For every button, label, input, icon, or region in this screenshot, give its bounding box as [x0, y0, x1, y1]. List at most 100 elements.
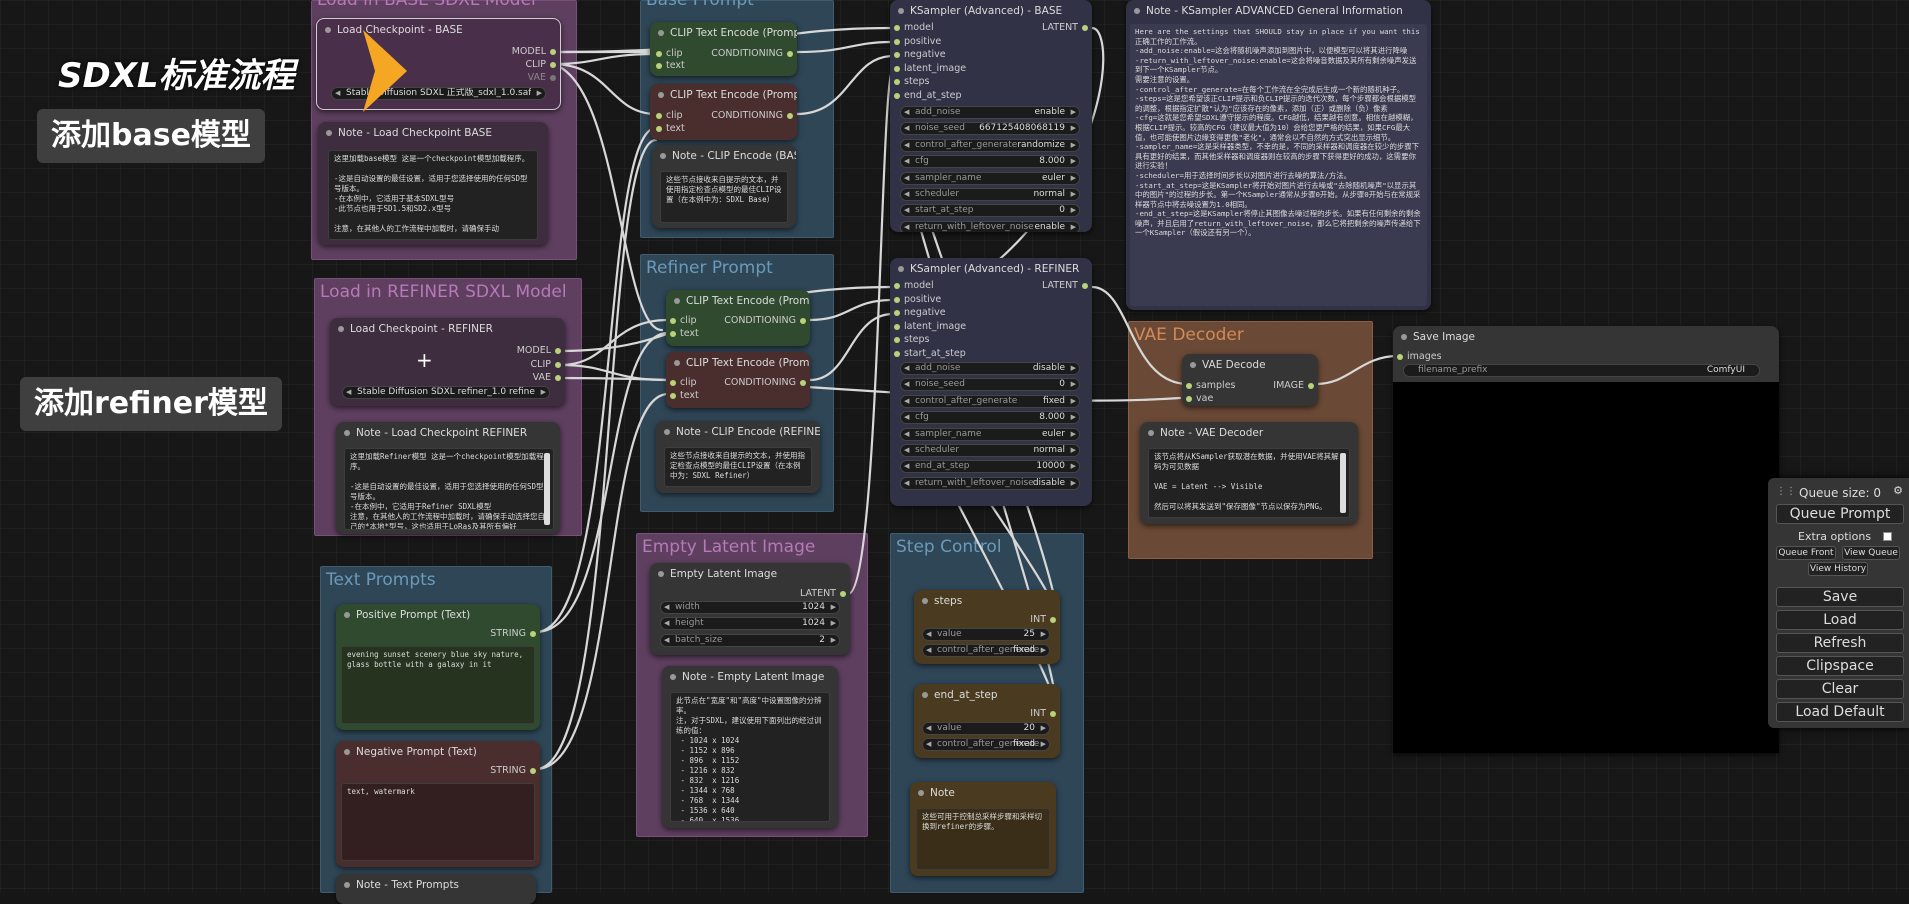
widget-control[interactable]: control_after_generaterandomize	[900, 138, 1080, 152]
input-text[interactable]: text	[656, 123, 685, 135]
node-load-checkpoint-refiner[interactable]: Load Checkpoint - REFINER MODEL CLIP VAE…	[330, 318, 565, 406]
note-textarea[interactable]: 这些节点接收来自提示的文本，并使用指定检查点模型的最佳CLIP设置（在本例中为：…	[660, 171, 788, 223]
node-clip-encode-base-negative[interactable]: CLIP Text Encode (Prompt) clip text COND…	[650, 84, 797, 140]
widget-control[interactable]: sampler_name euler	[900, 427, 1080, 441]
node-clip-encode-refiner-negative[interactable]: CLIP Text Encode (Prompt) clip text COND…	[666, 352, 810, 408]
widget-control[interactable]: return_with_leftover_noisedisable	[900, 476, 1080, 490]
widget-control[interactable]: control_after_generatefixed	[900, 394, 1080, 408]
input-slot[interactable]: latent_image	[894, 321, 966, 333]
input-slot[interactable]: model	[894, 280, 934, 292]
widget-control[interactable]: cfg 8.000	[900, 411, 1080, 425]
output-conditioning[interactable]: CONDITIONING	[711, 48, 793, 60]
input-samples[interactable]: samples	[1186, 380, 1236, 392]
input-clip[interactable]: clip	[656, 110, 683, 122]
node-negative-prompt[interactable]: Negative Prompt (Text) STRING text, wate…	[336, 741, 540, 867]
node-note-ckpt-refiner[interactable]: Note - Load Checkpoint REFINER 这里加载Refin…	[336, 422, 560, 534]
output-clip[interactable]: CLIP	[531, 359, 562, 371]
input-clip[interactable]: clip	[670, 377, 697, 389]
node-note-text-prompts[interactable]: Note - Text Prompts	[336, 874, 536, 904]
input-slot[interactable]: latent_image	[894, 63, 966, 75]
output-int[interactable]: INT	[1030, 708, 1056, 720]
widget-control[interactable]: noise_seed 667125408068119	[900, 122, 1080, 136]
node-ksampler-base[interactable]: KSampler (Advanced) - BASE LATENT model p…	[890, 0, 1092, 232]
widget-control[interactable]: height 1024	[660, 617, 840, 631]
output-clip[interactable]: CLIP	[526, 59, 557, 71]
output-conditioning[interactable]: CONDITIONING	[724, 315, 806, 327]
note-textarea[interactable]: 这些可用于控制总采样步骤和采样切换到refiner的步骤。	[916, 808, 1050, 870]
output-model[interactable]: MODEL	[512, 46, 557, 58]
input-images[interactable]: images	[1397, 351, 1442, 363]
view-history-button[interactable]: View History	[1808, 562, 1868, 576]
filename-prefix-field[interactable]: filename_prefix ComfyUI	[1403, 364, 1760, 377]
output-model[interactable]: MODEL	[517, 345, 562, 357]
output-conditioning[interactable]: CONDITIONING	[711, 110, 793, 122]
input-slot[interactable]: steps	[894, 334, 930, 346]
graph-canvas[interactable]: Load in BASE SDXL Model Base Prompt Load…	[0, 0, 1909, 904]
input-text[interactable]: text	[670, 328, 699, 340]
widget-control[interactable]: sampler_name euler	[900, 171, 1080, 185]
widget-control[interactable]: noise_seed 0	[900, 378, 1080, 392]
output-latent[interactable]: LATENT	[800, 588, 846, 600]
note-textarea[interactable]: 这里加载Refiner模型 这是一个checkpoint模型加载程序。 -这是自…	[344, 448, 554, 530]
output-image[interactable]: IMAGE	[1273, 380, 1314, 392]
widget-control[interactable]: batch_size 2	[660, 633, 840, 647]
node-clip-encode-refiner-positive[interactable]: CLIP Text Encode (Prompt) clip text COND…	[666, 290, 810, 346]
clear-button[interactable]: Clear	[1776, 679, 1904, 699]
node-positive-prompt[interactable]: Positive Prompt (Text) STRING evening su…	[336, 604, 540, 730]
input-slot[interactable]: model	[894, 22, 934, 34]
queue-front-button[interactable]: Queue Front	[1776, 546, 1836, 560]
note-textarea[interactable]: 这里加载base模型 这是一个checkpoint模型加载程序。 -这是自动设置…	[328, 150, 538, 240]
note-textarea[interactable]: 该节点将从KSampler获取潜在数据，并使用VAE将其解码为可见数据 VAE …	[1148, 448, 1350, 518]
note-textarea[interactable]: 这些节点接收来自提示的文本，并使用指定检查点模型的最佳CLIP设置（在本例中为：…	[664, 447, 812, 487]
node-vae-decode[interactable]: VAE Decode samples vae IMAGE	[1182, 354, 1318, 406]
widget-control[interactable]: return_with_leftover_noiseenable	[900, 220, 1080, 232]
extra-options-checkbox[interactable]	[1883, 532, 1892, 541]
output-string[interactable]: STRING	[490, 765, 536, 777]
widget-control[interactable]: add_noise enable	[900, 106, 1080, 119]
output-latent[interactable]: LATENT	[1042, 22, 1088, 34]
node-end-at-step[interactable]: end_at_step INT value 20 control_after_gen…	[914, 684, 1060, 758]
output-string[interactable]: STRING	[490, 628, 536, 640]
node-load-checkpoint-base[interactable]: Load Checkpoint - BASE MODEL CLIP VAE St…	[316, 18, 561, 110]
input-slot[interactable]: end_at_step	[894, 90, 962, 102]
input-slot[interactable]: steps	[894, 76, 930, 88]
input-slot[interactable]: start_at_step	[894, 348, 966, 360]
clipspace-button[interactable]: Clipspace	[1776, 656, 1904, 676]
prompt-textarea[interactable]: text, watermark	[341, 783, 535, 861]
view-queue-button[interactable]: View Queue	[1842, 546, 1900, 560]
queue-panel[interactable]: ⋮⋮ Queue size: 0 ⚙ Queue Prompt Extra op…	[1768, 478, 1909, 728]
widget-control[interactable]: cfg 8.000	[900, 155, 1080, 169]
note-textarea[interactable]: 此节点在"宽度"和"高度"中设置图像的分辨率。 注，对于SDXL，建议使用下面列…	[670, 692, 830, 822]
prompt-textarea[interactable]: evening sunset scenery blue sky nature, …	[341, 646, 535, 724]
node-clip-encode-base-positive[interactable]: CLIP Text Encode (Prompt) clip text COND…	[650, 22, 797, 76]
queue-prompt-button[interactable]: Queue Prompt	[1776, 504, 1904, 524]
load-default-button[interactable]: Load Default	[1776, 702, 1904, 722]
widget-control[interactable]: scheduler normal	[900, 444, 1080, 457]
note-textarea[interactable]: Here are the settings that SHOULD stay i…	[1130, 24, 1427, 306]
node-note-clip-base[interactable]: Note - CLIP Encode (BASE) 这些节点接收来自提示的文本，…	[652, 145, 796, 228]
node-note-empty-latent[interactable]: Note - Empty Latent Image 此节点在"宽度"和"高度"中…	[662, 666, 838, 828]
output-int[interactable]: INT	[1030, 614, 1056, 626]
ckpt-name-select[interactable]: Stable Diffusion SDXL refiner_1.0 refine…	[342, 386, 550, 399]
widget-control[interactable]: width 1024	[660, 601, 840, 614]
save-button[interactable]: Save	[1776, 587, 1904, 607]
gear-icon[interactable]: ⚙	[1893, 484, 1903, 497]
input-clip[interactable]: clip	[670, 315, 697, 327]
widget-control[interactable]: value 25	[922, 628, 1050, 641]
output-vae[interactable]: VAE	[533, 372, 562, 384]
node-save-image[interactable]: Save Image images filename_prefix ComfyUI	[1393, 326, 1779, 753]
widget-control[interactable]: control_after_generatefixed	[922, 738, 1050, 752]
input-vae[interactable]: vae	[1186, 393, 1213, 405]
widget-control[interactable]: control_after_generatefixed	[922, 644, 1050, 658]
node-note-clip-refiner[interactable]: Note - CLIP Encode (REFINER) 这些节点接收来自提示的…	[656, 421, 820, 493]
widget-control[interactable]: value 20	[922, 722, 1050, 735]
refresh-button[interactable]: Refresh	[1776, 633, 1904, 653]
output-latent[interactable]: LATENT	[1042, 280, 1088, 292]
widget-control[interactable]: add_noise disable	[900, 362, 1080, 375]
widget-control[interactable]: scheduler normal	[900, 188, 1080, 201]
node-note-ksampler-info[interactable]: Note - KSampler ADVANCED General Informa…	[1126, 0, 1431, 310]
load-button[interactable]: Load	[1776, 610, 1904, 630]
input-slot[interactable]: positive	[894, 36, 941, 48]
node-note-ckpt-base[interactable]: Note - Load Checkpoint BASE 这里加载base模型 这…	[318, 122, 548, 245]
widget-control[interactable]: start_at_step 0	[900, 204, 1080, 218]
